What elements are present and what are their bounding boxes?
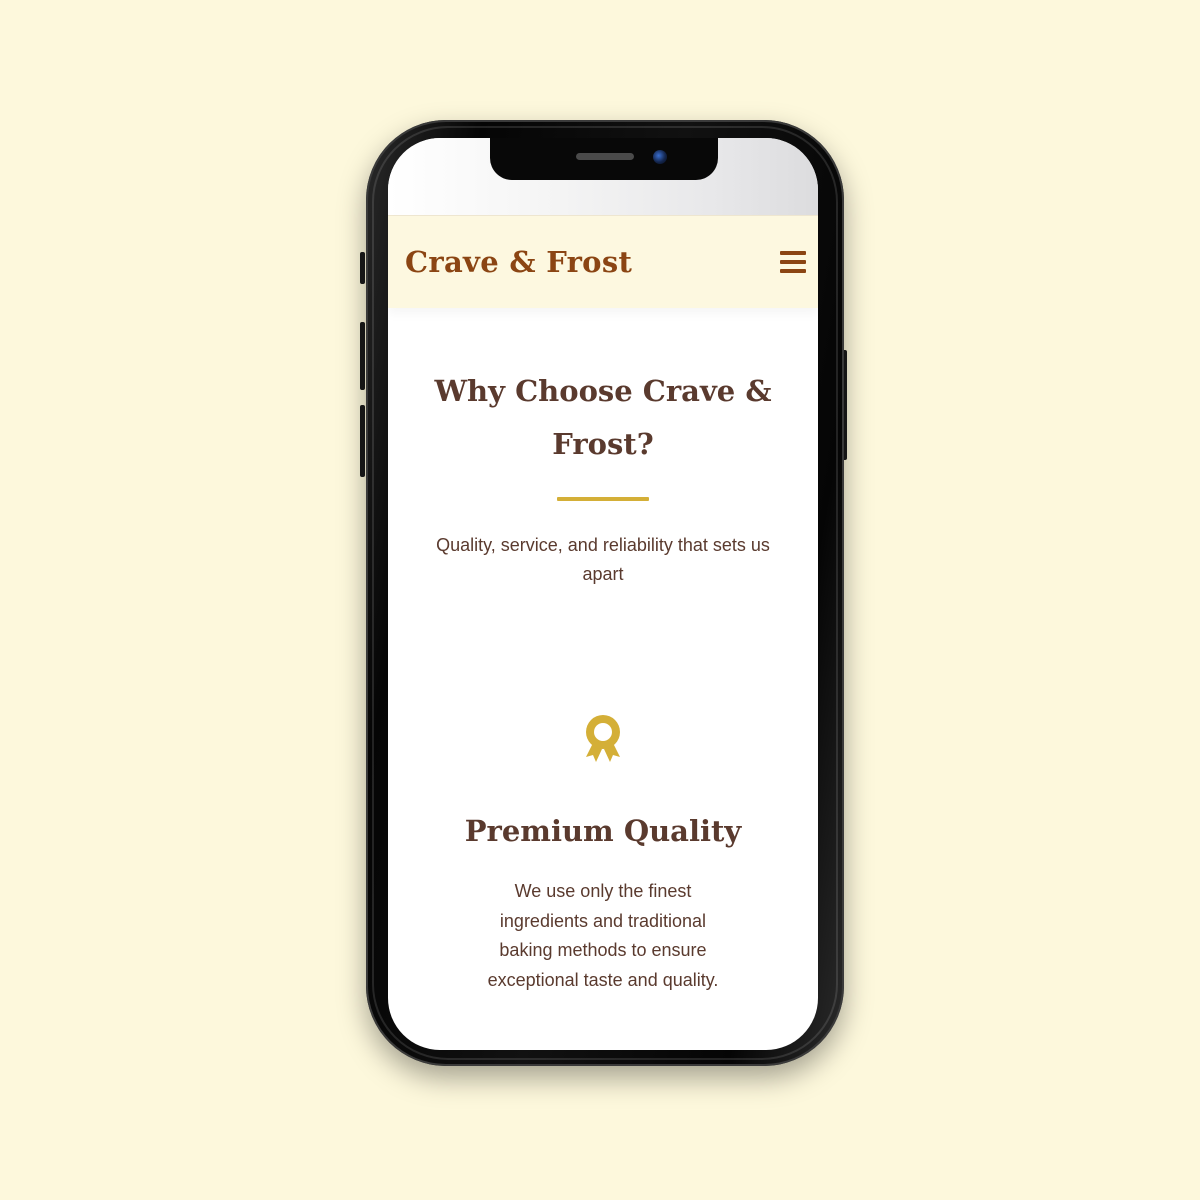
section-title: Why Choose Crave & Frost? <box>434 374 772 461</box>
speaker-grille <box>576 153 634 160</box>
feature-description: We use only the finest ingredients and t… <box>487 881 719 990</box>
volume-down-button <box>360 405 365 477</box>
menu-bar <box>780 269 806 273</box>
brand-logo[interactable]: Crave & Frost <box>405 245 632 279</box>
notch <box>490 138 718 180</box>
award-ribbon-icon <box>581 713 625 763</box>
mockup-stage: Crave & Frost Why Choose Crave & Frost? … <box>0 0 1200 1200</box>
phone-screen: Crave & Frost Why Choose Crave & Frost? … <box>388 138 818 1050</box>
feature-title: Premium Quality <box>464 814 742 848</box>
volume-up-button <box>360 322 365 390</box>
hamburger-menu-icon[interactable] <box>780 251 806 273</box>
why-choose-section: Why Choose Crave & Frost? Quality, servi… <box>388 308 818 995</box>
status-bar <box>388 138 818 216</box>
section-subtitle: Quality, service, and reliability that s… <box>436 535 770 584</box>
mute-switch <box>360 252 365 284</box>
site-header: Crave & Frost <box>388 216 818 308</box>
title-divider <box>557 497 649 501</box>
menu-bar <box>780 251 806 255</box>
camera-icon <box>653 150 667 164</box>
menu-bar <box>780 260 806 264</box>
